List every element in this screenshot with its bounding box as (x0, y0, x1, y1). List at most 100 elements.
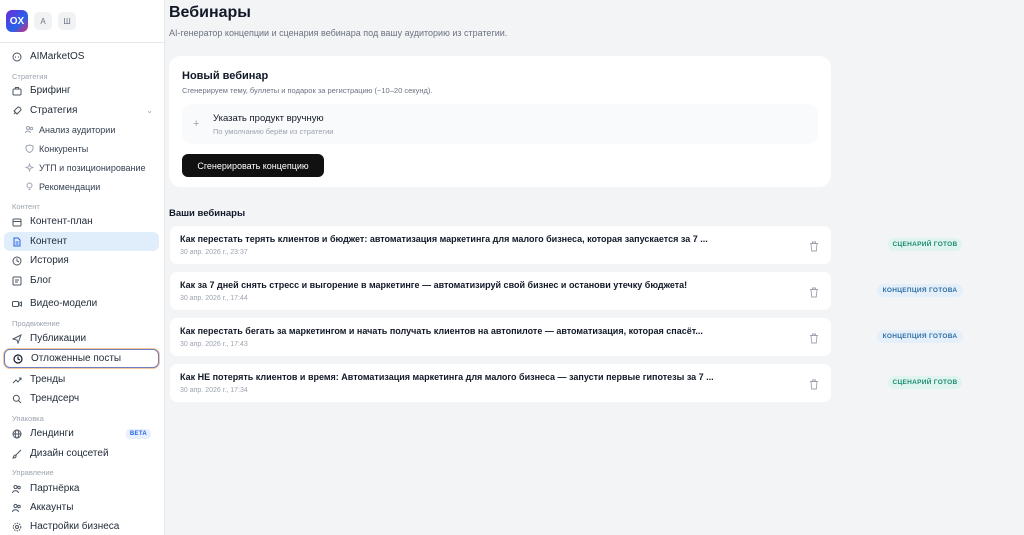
sidebar-item-competitors[interactable]: Конкуренты (4, 139, 159, 158)
sidebar-item-social-design[interactable]: Дизайн соцсетей (4, 444, 159, 463)
sidebar-item-label: Отложенные посты (31, 353, 122, 364)
sidebar-item-publications[interactable]: Публикации (4, 329, 159, 348)
sidebar-item-label: Аккаунты (30, 502, 74, 513)
trash-icon[interactable] (809, 377, 819, 390)
sidebar-item-label: Брифинг (30, 85, 71, 96)
briefcase-icon (12, 86, 22, 96)
sidebar-item-label: Конкуренты (39, 143, 89, 154)
webinar-row[interactable]: Как перестать бегать за маркетингом и на… (170, 318, 963, 356)
sidebar-item-accounts[interactable]: Аккаунты (4, 498, 159, 517)
sidebar-item-label: Партнёрка (30, 483, 80, 494)
sidebar-item-recommendations[interactable]: Рекомендации (4, 177, 159, 196)
generate-concept-button[interactable]: Сгенерировать концепцию (182, 154, 324, 177)
shield-icon (25, 144, 34, 153)
new-webinar-subtitle: Сгенерируем тему, буллеты и подарок за р… (182, 86, 433, 95)
rocket-icon (12, 105, 22, 116)
sidebar-item-label: Рекомендации (39, 181, 101, 192)
sidebar-item-utp[interactable]: УТП и позиционирование (4, 158, 159, 177)
plus-icon: + (193, 118, 200, 130)
status-badge: СЦЕНАРИЙ ГОТОВ (888, 376, 962, 389)
document-icon (12, 237, 22, 247)
search-icon (12, 394, 22, 404)
webinar-row[interactable]: Как за 7 дней снять стресс и выгорение в… (170, 272, 963, 310)
sidebar-item-blog[interactable]: Блог (4, 271, 159, 290)
webinar-row[interactable]: Как НЕ потерять клиентов и время: Автома… (170, 364, 962, 402)
manual-product-toggle[interactable]: + Указать продукт вручную По умолчанию б… (182, 104, 818, 144)
accounts-icon (12, 503, 22, 513)
webinar-title: Как перестать терять клиентов и бюджет: … (180, 234, 708, 244)
sidebar-item-label: Тренды (30, 374, 66, 385)
section-management: Управление (12, 468, 54, 477)
sidebar-item-trends[interactable]: Тренды (4, 370, 159, 389)
chevron-down-icon[interactable]: ⌄ (146, 106, 153, 115)
sidebar-item-label: История (30, 255, 69, 266)
manual-product-subtitle: По умолчанию берём из стратегии (213, 127, 334, 136)
sidebar-item-label: Блог (30, 275, 52, 286)
app-logo[interactable]: OX (6, 10, 28, 32)
workspace-button-a[interactable]: А (34, 12, 52, 30)
sidebar-item-label: УТП и позиционирование (39, 162, 146, 173)
sidebar-item-label: Стратегия (30, 105, 78, 116)
gear-icon (12, 522, 22, 532)
sidebar-item-business-settings[interactable]: Настройки бизнеса (4, 517, 159, 535)
sidebar-item-content-plan[interactable]: Контент-план (4, 212, 159, 231)
sidebar-header: OX А Ш (0, 0, 164, 43)
page-subtitle: AI-генератор концепции и сценария вебина… (169, 28, 508, 38)
webinar-row[interactable]: Как перестать терять клиентов и бюджет: … (170, 226, 962, 264)
webinar-date: 30 апр. 2026 г., 17:43 (180, 341, 248, 348)
workspace-button-sh[interactable]: Ш (58, 12, 76, 30)
trending-up-icon (12, 375, 22, 385)
sidebar-item-partner[interactable]: Партнёрка (4, 479, 159, 498)
sidebar-item-label: Публикации (30, 333, 87, 344)
trash-icon[interactable] (809, 285, 819, 298)
sidebar-item-briefing[interactable]: Брифинг (4, 81, 159, 100)
chat-icon (12, 52, 22, 62)
sidebar-item-label: Контент-план (30, 216, 93, 227)
trash-icon[interactable] (809, 239, 819, 252)
status-badge: КОНЦЕПЦИЯ ГОТОВА (877, 330, 963, 343)
manual-product-title: Указать продукт вручную (213, 113, 324, 124)
new-webinar-title: Новый вебинар (182, 70, 269, 82)
sidebar-item-content[interactable]: Контент (4, 232, 159, 251)
sidebar-item-aimarketos[interactable]: AIMarketOS (4, 47, 159, 66)
sidebar-item-label: Видео-модели (30, 298, 98, 309)
sidebar-item-history[interactable]: История (4, 251, 159, 270)
new-webinar-card: Новый вебинар Сгенерируем тему, буллеты … (169, 56, 831, 187)
webinar-title: Как за 7 дней снять стресс и выгорение в… (180, 280, 688, 290)
section-content: Контент (12, 202, 40, 211)
section-packaging: Упаковка (12, 414, 44, 423)
webinars-list-title: Ваши вебинары (169, 208, 246, 219)
sidebar-item-video-models[interactable]: Видео-модели (4, 294, 159, 313)
trash-icon[interactable] (809, 331, 819, 344)
status-badge: КОНЦЕПЦИЯ ГОТОВА (877, 284, 963, 297)
calendar-icon (12, 217, 22, 227)
webinar-date: 30 апр. 2026 г., 17:34 (180, 387, 248, 394)
partners-icon (12, 484, 22, 494)
webinar-date: 30 апр. 2026 г., 23:37 (180, 249, 248, 256)
globe-icon (12, 429, 22, 439)
sidebar-item-audience[interactable]: Анализ аудитории (4, 120, 159, 139)
sidebar-item-label: Дизайн соцсетей (30, 448, 109, 459)
users-icon (25, 125, 34, 134)
history-icon (12, 256, 22, 266)
sidebar-item-trendsearch[interactable]: Трендсерч (4, 389, 159, 408)
sidebar-item-label: Трендсерч (30, 393, 80, 404)
clock-icon (13, 353, 23, 364)
webinar-title: Как перестать бегать за маркетингом и на… (180, 326, 703, 336)
send-icon (12, 333, 22, 344)
webinar-date: 30 апр. 2026 г., 17:44 (180, 295, 248, 302)
sidebar-item-scheduled-posts[interactable]: Отложенные посты (4, 349, 159, 368)
sidebar-item-label: Анализ аудитории (39, 124, 116, 135)
blog-icon (12, 276, 22, 286)
sidebar-item-label: Лендинги (30, 428, 74, 439)
webinar-title: Как НЕ потерять клиентов и время: Автома… (180, 372, 714, 382)
lightbulb-icon (25, 182, 34, 191)
sidebar-item-strategy[interactable]: Стратегия ⌄ (4, 101, 159, 120)
video-icon (12, 299, 22, 309)
sparkle-icon (25, 163, 34, 172)
section-promotion: Продвижение (12, 319, 60, 328)
status-badge: СЦЕНАРИЙ ГОТОВ (888, 238, 962, 251)
sidebar-item-landings[interactable]: Лендинги BETA (4, 424, 159, 443)
sidebar-item-label: AIMarketOS (30, 51, 85, 62)
sidebar: OX А Ш AIMarketOS Стратегия Брифинг Стра… (0, 0, 165, 535)
